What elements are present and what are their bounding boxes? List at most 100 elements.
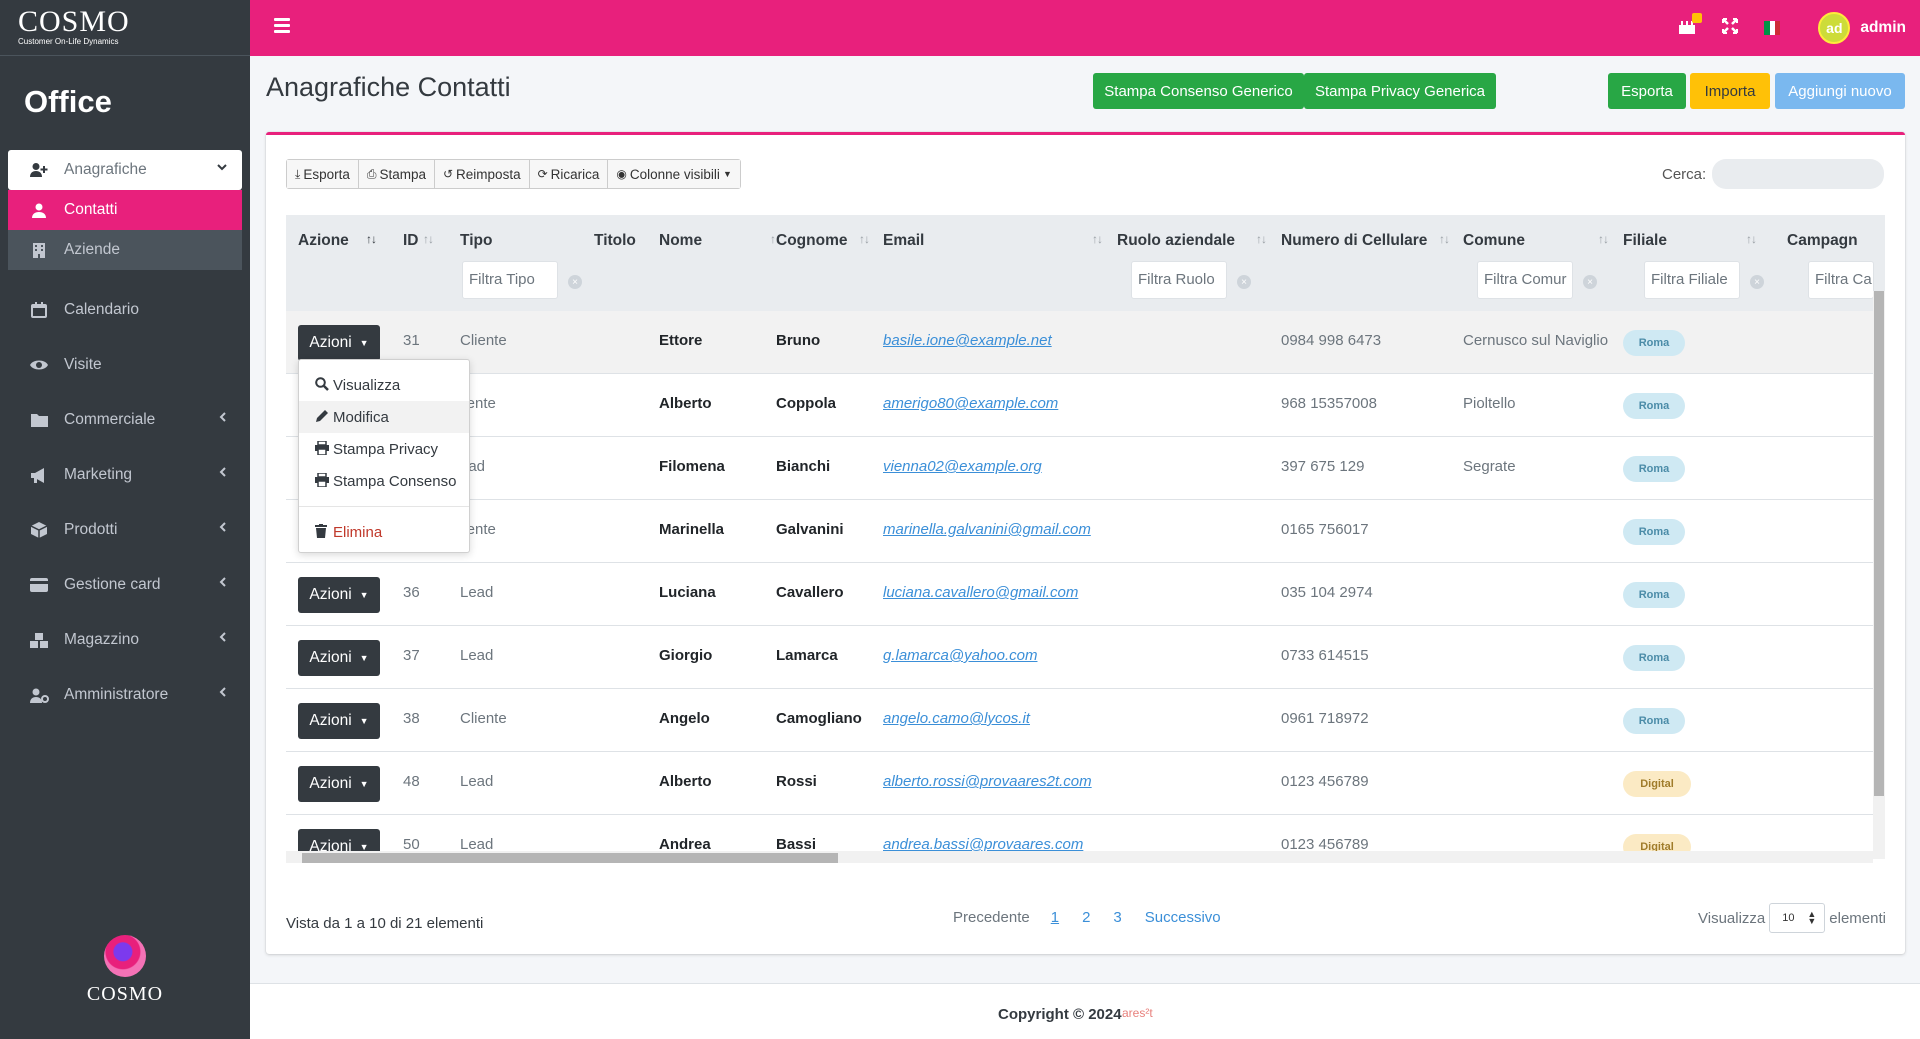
stampa-privacy-button[interactable]: Stampa Privacy Generica bbox=[1304, 73, 1496, 109]
col-nome[interactable]: Nome bbox=[659, 232, 702, 250]
sidebar-item-contatti[interactable]: Contatti bbox=[8, 190, 242, 230]
sidebar-item-marketing[interactable]: Marketing bbox=[8, 455, 242, 495]
vertical-scrollbar[interactable] bbox=[1873, 291, 1885, 859]
menu-item-stampa-privacy[interactable]: Stampa Privacy bbox=[299, 433, 469, 465]
table-row[interactable]: Azioni ▼ 31 Cliente Ettore Bruno basile.ione@e… bbox=[286, 311, 1873, 374]
fullscreen-icon[interactable] bbox=[1722, 17, 1739, 39]
sort-icon[interactable]: ↑↓ bbox=[859, 232, 870, 246]
sidebar-item-calendario[interactable]: Calendario bbox=[8, 290, 242, 330]
brand-logo[interactable]: COSMO Customer On-Life Dynamics bbox=[0, 0, 250, 56]
user-name[interactable]: admin bbox=[1860, 19, 1906, 37]
scrollbar-thumb[interactable] bbox=[302, 853, 838, 863]
pagination-page[interactable]: 2 bbox=[1082, 909, 1090, 926]
menu-item-stampa-consenso[interactable]: Stampa Consenso bbox=[299, 465, 469, 497]
col-filiale[interactable]: Filiale bbox=[1623, 232, 1667, 250]
menu-item-elimina[interactable]: Elimina bbox=[299, 516, 469, 548]
table-row[interactable]: Azioni ▼ 37 Lead Giorgio Lamarca g.lamarca@yah… bbox=[286, 626, 1873, 689]
sort-icon[interactable]: ↑↓ bbox=[1256, 232, 1267, 246]
cell-email[interactable]: g.lamarca@yahoo.com bbox=[883, 647, 1037, 664]
sidebar-item-prodotti[interactable]: Prodotti bbox=[8, 510, 242, 550]
scrollbar-thumb[interactable] bbox=[1874, 291, 1884, 796]
sidebar-item-magazzino[interactable]: Magazzino bbox=[8, 620, 242, 660]
sort-icon[interactable]: ↑↓ bbox=[1746, 232, 1757, 246]
filter-tipo-input[interactable]: Filtra Tipo bbox=[462, 261, 558, 299]
azioni-button[interactable]: Azioni ▼ bbox=[298, 703, 380, 739]
sidebar-item-anagrafiche[interactable]: Anagrafiche bbox=[8, 150, 242, 190]
cell-email[interactable]: alberto.rossi@provaares2t.com bbox=[883, 773, 1092, 790]
col-ruolo[interactable]: Ruolo aziendale bbox=[1117, 232, 1235, 250]
cell-email[interactable]: basile.ione@example.net bbox=[883, 332, 1052, 349]
toolbar-label: Stampa bbox=[379, 166, 426, 182]
page-size-select[interactable]: 10 ▲ ▼ bbox=[1769, 903, 1826, 933]
col-cognome-label[interactable]: Cognome bbox=[776, 232, 847, 250]
col-id[interactable]: ID bbox=[403, 232, 419, 250]
clear-filter-icon[interactable]: × bbox=[568, 275, 582, 289]
col-campagna[interactable]: Campagn bbox=[1787, 232, 1858, 250]
clear-filter-icon[interactable]: × bbox=[1237, 275, 1251, 289]
azioni-button[interactable]: Azioni ▼ bbox=[298, 766, 380, 802]
cell-email[interactable]: angelo.camo@lycos.it bbox=[883, 710, 1030, 727]
col-comune[interactable]: Comune bbox=[1463, 232, 1525, 250]
cell-email[interactable]: vienna02@example.org bbox=[883, 458, 1042, 475]
sort-icon[interactable]: ↑↓ bbox=[1439, 232, 1450, 246]
sidebar-item-commerciale[interactable]: Commerciale bbox=[8, 400, 242, 440]
clear-filter-icon[interactable]: × bbox=[1583, 275, 1597, 289]
table-row[interactable]: ead Filomena Bianchi vienna02@example.org 39… bbox=[286, 437, 1873, 500]
cell-email[interactable]: amerigo80@example.com bbox=[883, 395, 1058, 412]
table-row[interactable]: Azioni ▼ 48 Lead Alberto Rossi alberto.rossi@p… bbox=[286, 752, 1873, 815]
hamburger-menu-icon[interactable] bbox=[274, 18, 290, 33]
avatar[interactable]: ad bbox=[1818, 12, 1851, 44]
sort-icon[interactable]: ↑↓ bbox=[1598, 232, 1609, 246]
col-email[interactable]: Email bbox=[883, 232, 924, 250]
italy-flag-icon[interactable] bbox=[1764, 21, 1781, 35]
sidebar-item-visite[interactable]: Visite bbox=[8, 345, 242, 385]
col-tipo[interactable]: Tipo bbox=[460, 232, 492, 250]
cake-icon[interactable] bbox=[1678, 12, 1703, 39]
sidebar-item-aziende[interactable]: Aziende bbox=[8, 230, 242, 270]
filter-ruolo-input[interactable]: Filtra Ruolo bbox=[1131, 261, 1227, 299]
pagination-prev[interactable]: Precedente bbox=[953, 909, 1030, 926]
sidebar-item-amministratore[interactable]: Amministratore bbox=[8, 675, 242, 715]
filter-filiale-input[interactable]: Filtra Filiale bbox=[1644, 261, 1740, 299]
azioni-button[interactable]: Azioni ▼ bbox=[298, 325, 380, 361]
cell-email[interactable]: luciana.cavallero@gmail.com bbox=[883, 584, 1078, 601]
filter-comune-input[interactable]: Filtra Comur bbox=[1477, 261, 1573, 299]
toolbar-reimposta-button[interactable]: ↺ Reimposta bbox=[434, 160, 530, 188]
esporta-button[interactable]: Esporta bbox=[1608, 73, 1686, 109]
pagination-next[interactable]: Successivo bbox=[1145, 909, 1221, 926]
importa-button[interactable]: Importa bbox=[1690, 73, 1770, 109]
ares-logo[interactable]: ares²t bbox=[1122, 1006, 1153, 1020]
menu-item-modifica[interactable]: Modifica bbox=[299, 401, 469, 433]
clear-filter-icon[interactable]: × bbox=[1750, 275, 1764, 289]
toolbar-colonne-button[interactable]: ◉ Colonne visibili ▼ bbox=[608, 160, 740, 188]
toolbar-ricarica-button[interactable]: ⟳ Ricarica bbox=[529, 160, 609, 188]
sort-icon[interactable]: ↑↓ bbox=[366, 232, 377, 246]
col-cellulare[interactable]: Numero di Cellulare bbox=[1281, 232, 1427, 250]
user-icon bbox=[28, 203, 50, 218]
search-input[interactable] bbox=[1712, 159, 1884, 189]
filter-campagna-input[interactable]: Filtra Ca bbox=[1808, 261, 1874, 299]
caret-down-icon: ▼ bbox=[359, 779, 369, 789]
azioni-button[interactable]: Azioni ▼ bbox=[298, 577, 380, 613]
menu-item-visualizza[interactable]: Visualizza bbox=[299, 369, 469, 401]
sort-icon[interactable]: ↑↓ bbox=[423, 232, 434, 246]
stampa-consenso-button[interactable]: Stampa Consenso Generico bbox=[1093, 73, 1304, 109]
table-row[interactable]: Azioni ▼ 38 Cliente Angelo Camogliano angelo.c… bbox=[286, 689, 1873, 752]
toolbar-esporta-button[interactable]: ⤓ Esporta bbox=[287, 160, 359, 188]
horizontal-scrollbar[interactable] bbox=[286, 851, 1873, 863]
table-info: Vista da 1 a 10 di 21 elementi bbox=[286, 915, 484, 932]
table-row[interactable]: liente Alberto Coppola amerigo80@example.co… bbox=[286, 374, 1873, 437]
sidebar-item-gestione-card[interactable]: Gestione card bbox=[8, 565, 242, 605]
search-label: Cerca: bbox=[1662, 166, 1707, 183]
pagination-page[interactable]: 1 bbox=[1051, 909, 1059, 926]
table-row[interactable]: liente Marinella Galvanini marinella.galvan… bbox=[286, 500, 1873, 563]
table-row[interactable]: Azioni ▼ 36 Lead Luciana Cavallero luciana.cav… bbox=[286, 563, 1873, 626]
pagination-page[interactable]: 3 bbox=[1113, 909, 1121, 926]
toolbar-stampa-button[interactable]: ⎙ Stampa bbox=[358, 160, 435, 188]
sort-icon[interactable]: ↑↓ bbox=[1092, 232, 1103, 246]
azioni-button[interactable]: Azioni ▼ bbox=[298, 640, 380, 676]
cell-email[interactable]: marinella.galvanini@gmail.com bbox=[883, 521, 1091, 538]
aggiungi-nuovo-button[interactable]: Aggiungi nuovo bbox=[1775, 73, 1905, 109]
col-titolo[interactable]: Titolo bbox=[594, 232, 636, 250]
col-azione[interactable]: Azione bbox=[298, 232, 349, 250]
